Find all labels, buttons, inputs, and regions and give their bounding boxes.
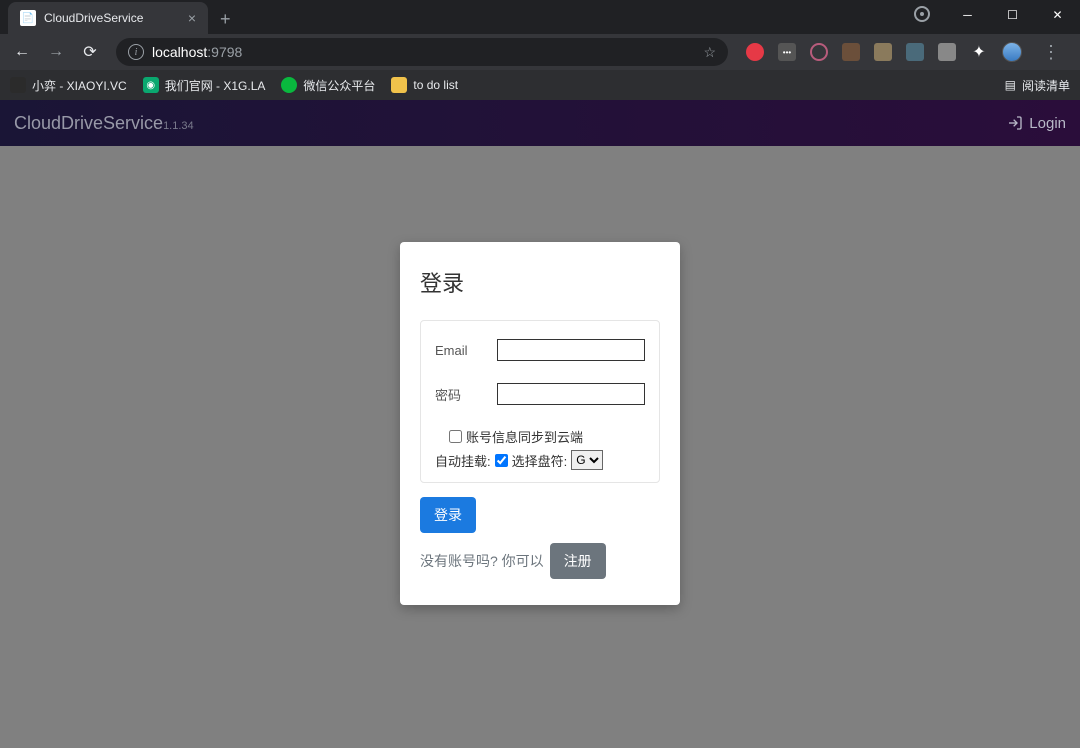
- maximize-button[interactable]: ☐: [990, 0, 1035, 30]
- back-button[interactable]: ←: [8, 38, 36, 66]
- password-label: 密码: [435, 385, 461, 404]
- bookmark-label: 微信公众平台: [303, 77, 375, 94]
- bookmark-item[interactable]: to do list: [391, 77, 458, 93]
- bookmark-star-icon[interactable]: ☆: [703, 44, 716, 61]
- new-tab-button[interactable]: +: [208, 5, 243, 34]
- extension-icon[interactable]: [810, 43, 828, 61]
- page-viewport: CloudDriveService1.1.34 Login 登录 Email 密…: [0, 100, 1080, 748]
- bookmark-label: 小弈 - XIAOYI.VC: [32, 77, 127, 94]
- reading-list-button[interactable]: ▤ 阅读清单: [1005, 77, 1070, 94]
- email-label: Email: [435, 343, 468, 358]
- tab-title: CloudDriveService: [44, 11, 143, 25]
- bookmark-label: to do list: [413, 78, 458, 92]
- form-actions: 登录 没有账号吗? 你可以 注册: [420, 497, 660, 579]
- extension-icon[interactable]: [746, 43, 764, 61]
- content-area: 登录 Email 密码 账号信息同步到云端 自动挂载: 选择盘符:: [0, 146, 1080, 605]
- window-controls: ─ ☐ ✕: [945, 0, 1080, 30]
- register-line: 没有账号吗? 你可以 注册: [420, 543, 660, 579]
- brand-name: CloudDriveService: [14, 113, 163, 133]
- password-input[interactable]: [497, 383, 645, 405]
- brand-version: 1.1.34: [163, 120, 194, 132]
- automount-checkbox[interactable]: [495, 454, 508, 467]
- browser-chrome: 📄 CloudDriveService × + ─ ☐ ✕ ← → ⟳ i lo…: [0, 0, 1080, 100]
- drive-select-label: 选择盘符:: [512, 451, 568, 470]
- tab-favicon: 📄: [20, 10, 36, 26]
- app-brand[interactable]: CloudDriveService1.1.34: [14, 113, 194, 134]
- no-account-text: 没有账号吗? 你可以: [420, 551, 544, 571]
- sync-option: 账号信息同步到云端: [449, 427, 645, 446]
- tab-bar: 📄 CloudDriveService × + ─ ☐ ✕: [0, 0, 1080, 34]
- minimize-button[interactable]: ─: [945, 0, 990, 30]
- automount-label: 自动挂载:: [435, 451, 491, 470]
- reload-button[interactable]: ⟳: [76, 38, 104, 66]
- reading-list-label: 阅读清单: [1022, 77, 1070, 94]
- submit-button[interactable]: 登录: [420, 497, 476, 533]
- password-row: 密码: [435, 383, 645, 405]
- register-button[interactable]: 注册: [550, 543, 606, 579]
- bookmark-item[interactable]: 小弈 - XIAOYI.VC: [10, 77, 127, 94]
- login-card: 登录 Email 密码 账号信息同步到云端 自动挂载: 选择盘符:: [400, 242, 680, 605]
- login-title: 登录: [420, 266, 660, 298]
- bookmark-item[interactable]: ◉ 我们官网 - X1G.LA: [143, 77, 266, 94]
- reading-list-icon: ▤: [1005, 78, 1016, 92]
- bookmark-favicon: [281, 77, 297, 93]
- extension-icon[interactable]: [906, 43, 924, 61]
- sync-label: 账号信息同步到云端: [466, 427, 583, 446]
- media-indicator-icon[interactable]: [914, 6, 930, 22]
- login-form: Email 密码 账号信息同步到云端 自动挂载: 选择盘符: G: [420, 320, 660, 483]
- url-host: localhost: [152, 44, 207, 60]
- email-row: Email: [435, 339, 645, 361]
- extension-icons: ••• ✦ ⋮: [740, 42, 1072, 63]
- folder-icon: [391, 77, 407, 93]
- email-input[interactable]: [497, 339, 645, 361]
- bookmark-item[interactable]: 微信公众平台: [281, 77, 375, 94]
- tab-close-icon[interactable]: ×: [188, 11, 196, 25]
- login-icon: [1007, 115, 1023, 131]
- bookmark-label: 我们官网 - X1G.LA: [165, 77, 266, 94]
- bookmarks-bar: 小弈 - XIAOYI.VC ◉ 我们官网 - X1G.LA 微信公众平台 to…: [0, 70, 1080, 100]
- browser-menu-icon[interactable]: ⋮: [1036, 42, 1066, 63]
- profile-avatar[interactable]: [1002, 42, 1022, 62]
- site-info-icon[interactable]: i: [128, 44, 144, 60]
- automount-option: 自动挂载: 选择盘符: G: [435, 450, 645, 470]
- extension-icon[interactable]: [938, 43, 956, 61]
- browser-tab[interactable]: 📄 CloudDriveService ×: [8, 2, 208, 34]
- app-header: CloudDriveService1.1.34 Login: [0, 100, 1080, 146]
- nav-login-label: Login: [1029, 115, 1066, 132]
- forward-button[interactable]: →: [42, 38, 70, 66]
- url-port: :9798: [207, 44, 242, 60]
- extension-icon[interactable]: [874, 43, 892, 61]
- sync-checkbox[interactable]: [449, 430, 462, 443]
- extension-icon[interactable]: •••: [778, 43, 796, 61]
- extensions-puzzle-icon[interactable]: ✦: [970, 43, 988, 61]
- bookmark-favicon: [10, 77, 26, 93]
- address-bar[interactable]: i localhost:9798 ☆: [116, 38, 728, 66]
- extension-icon[interactable]: [842, 43, 860, 61]
- nav-login-link[interactable]: Login: [1007, 115, 1066, 132]
- bookmark-favicon: ◉: [143, 77, 159, 93]
- drive-select[interactable]: G: [571, 450, 603, 470]
- close-window-button[interactable]: ✕: [1035, 0, 1080, 30]
- url-bar: ← → ⟳ i localhost:9798 ☆ ••• ✦ ⋮: [0, 34, 1080, 70]
